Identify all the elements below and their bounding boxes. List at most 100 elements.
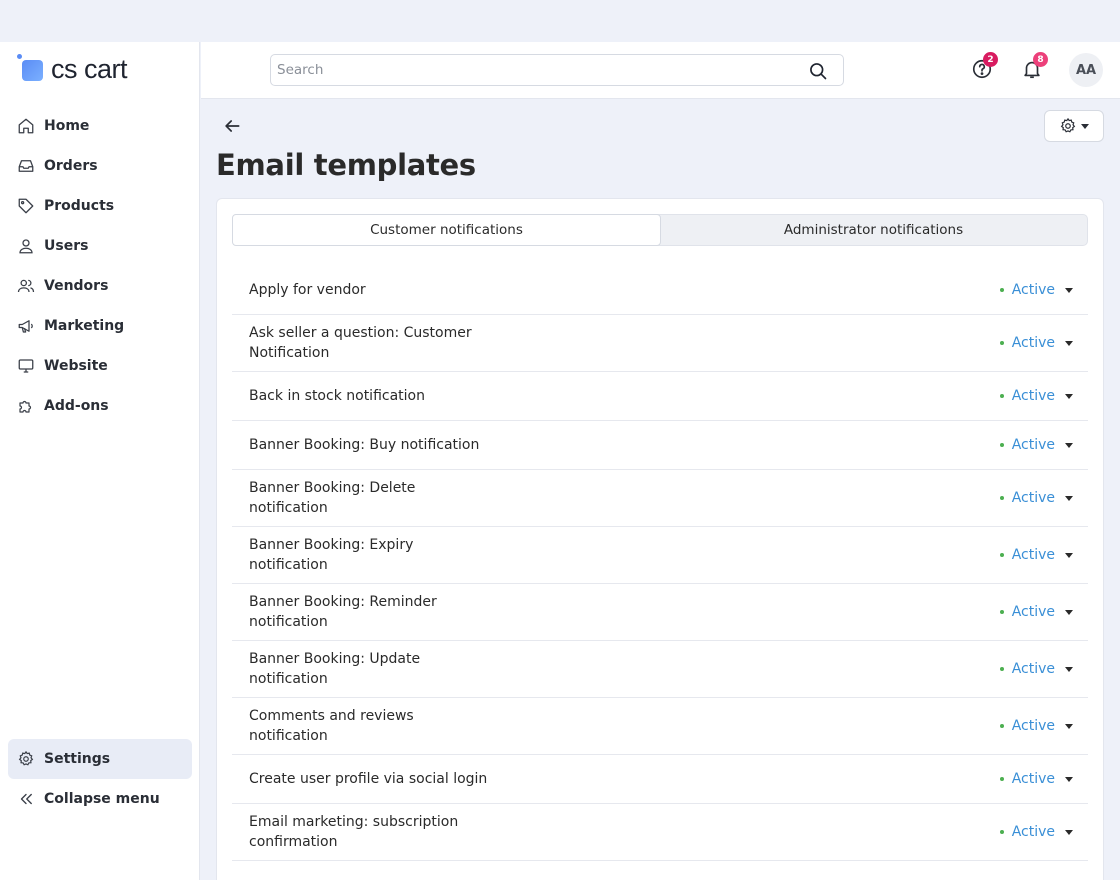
- status-dot: [999, 830, 1004, 834]
- logo[interactable]: cs cart: [16, 54, 128, 84]
- caret-down-icon: [1065, 723, 1073, 729]
- sidebar-item-label: Users: [44, 238, 89, 254]
- status-text: Active: [1011, 661, 1055, 677]
- sidebar-item-label: Add-ons: [44, 398, 109, 414]
- search-icon[interactable]: [808, 61, 828, 81]
- template-name[interactable]: Create user profile via social login: [249, 769, 649, 789]
- status-dot: [999, 443, 1004, 447]
- gear-icon: [1060, 117, 1076, 133]
- sidebar-item-settings[interactable]: Settings: [8, 739, 192, 779]
- status-text: Active: [1011, 824, 1055, 840]
- monitor-icon: [17, 357, 35, 375]
- template-name[interactable]: Banner Booking: Update notification: [249, 649, 429, 689]
- template-name[interactable]: Banner Booking: Expiry notification: [249, 535, 429, 575]
- collapse-menu-label: Collapse menu: [44, 791, 160, 807]
- status-dropdown[interactable]: Active: [999, 718, 1073, 734]
- sidebar-item-add-ons[interactable]: Add-ons: [8, 386, 192, 426]
- list-item[interactable]: Banner Booking: Expiry notification Acti…: [232, 527, 1088, 584]
- sidebar-item-label: Settings: [44, 751, 111, 767]
- list-item[interactable]: Banner Booking: Delete notification Acti…: [232, 470, 1088, 527]
- caret-down-icon: [1065, 442, 1073, 448]
- list-item[interactable]: Banner Booking: Reminder notification Ac…: [232, 584, 1088, 641]
- status-dot: [999, 341, 1004, 345]
- caret-down-icon: [1065, 393, 1073, 399]
- template-name[interactable]: Banner Booking: Delete notification: [249, 478, 429, 518]
- status-dropdown[interactable]: Active: [999, 335, 1073, 351]
- settings-dropdown-button[interactable]: [1044, 110, 1104, 142]
- collapse-menu-button[interactable]: Collapse menu: [8, 779, 192, 819]
- status-dot: [999, 496, 1004, 500]
- sidebar-item-label: Products: [44, 198, 115, 214]
- sidebar-bottom: Settings Collapse menu: [8, 739, 192, 819]
- sidebar-item-label: Marketing: [44, 318, 125, 334]
- status-dot: [999, 777, 1004, 781]
- templates-list: Apply for vendor Active Ask seller a que…: [232, 266, 1088, 861]
- search-box: [270, 54, 844, 86]
- status-text: Active: [1011, 282, 1055, 298]
- status-text: Active: [1011, 388, 1055, 404]
- status-dropdown[interactable]: Active: [999, 490, 1073, 506]
- status-text: Active: [1011, 718, 1055, 734]
- list-item[interactable]: Apply for vendor Active: [232, 266, 1088, 315]
- status-dropdown[interactable]: Active: [999, 824, 1073, 840]
- status-dropdown[interactable]: Active: [999, 547, 1073, 563]
- help-badge: 2: [983, 52, 998, 67]
- sidebar-item-marketing[interactable]: Marketing: [8, 306, 192, 346]
- status-dot: [999, 288, 1004, 292]
- status-dropdown[interactable]: Active: [999, 604, 1073, 620]
- top-header: 2 8 AA: [201, 42, 1120, 99]
- status-dropdown[interactable]: Active: [999, 771, 1073, 787]
- search-input[interactable]: [271, 55, 801, 85]
- top-strip: [0, 0, 1120, 42]
- sidebar-item-label: Orders: [44, 158, 98, 174]
- status-dot: [999, 394, 1004, 398]
- list-item[interactable]: Create user profile via social login Act…: [232, 755, 1088, 804]
- caret-down-icon: [1065, 340, 1073, 346]
- sidebar-nav: Home Orders Products Users Vendors Marke…: [8, 106, 192, 426]
- template-name[interactable]: Email marketing: subscription confirmati…: [249, 812, 469, 852]
- template-name[interactable]: Ask seller a question: Customer Notifica…: [249, 323, 479, 363]
- template-name[interactable]: Banner Booking: Buy notification: [249, 435, 649, 455]
- list-item[interactable]: Comments and reviews notification Active: [232, 698, 1088, 755]
- template-name[interactable]: Comments and reviews notification: [249, 706, 439, 746]
- status-dropdown[interactable]: Active: [999, 282, 1073, 298]
- users-icon: [17, 277, 35, 295]
- caret-down-icon: [1065, 552, 1073, 558]
- back-arrow-icon[interactable]: [222, 116, 242, 136]
- status-dropdown[interactable]: Active: [999, 388, 1073, 404]
- list-item[interactable]: Banner Booking: Update notification Acti…: [232, 641, 1088, 698]
- megaphone-icon: [17, 317, 35, 335]
- notifications-button[interactable]: 8: [1019, 52, 1048, 82]
- sidebar-item-label: Vendors: [44, 278, 109, 294]
- caret-down-icon: [1065, 287, 1073, 293]
- list-item[interactable]: Back in stock notification Active: [232, 372, 1088, 421]
- sidebar-item-products[interactable]: Products: [8, 186, 192, 226]
- list-item[interactable]: Email marketing: subscription confirmati…: [232, 804, 1088, 861]
- tab-administrator-notifications[interactable]: Administrator notifications: [660, 215, 1087, 245]
- sidebar-item-home[interactable]: Home: [8, 106, 192, 146]
- tab-customer-notifications[interactable]: Customer notifications: [232, 214, 661, 246]
- template-name[interactable]: Back in stock notification: [249, 386, 649, 406]
- sidebar-item-orders[interactable]: Orders: [8, 146, 192, 186]
- status-dropdown[interactable]: Active: [999, 661, 1073, 677]
- list-item[interactable]: Banner Booking: Buy notification Active: [232, 421, 1088, 470]
- home-icon: [17, 117, 35, 135]
- sidebar-item-users[interactable]: Users: [8, 226, 192, 266]
- status-dot: [999, 667, 1004, 671]
- status-text: Active: [1011, 490, 1055, 506]
- list-item[interactable]: Ask seller a question: Customer Notifica…: [232, 315, 1088, 372]
- user-icon: [17, 237, 35, 255]
- caret-down-icon: [1065, 609, 1073, 615]
- sidebar-item-label: Website: [44, 358, 108, 374]
- template-name[interactable]: Banner Booking: Reminder notification: [249, 592, 439, 632]
- sidebar-item-website[interactable]: Website: [8, 346, 192, 386]
- avatar[interactable]: AA: [1069, 53, 1103, 87]
- sidebar-item-label: Home: [44, 118, 90, 134]
- status-text: Active: [1011, 771, 1055, 787]
- help-button[interactable]: 2: [969, 52, 998, 82]
- caret-down-icon: [1065, 666, 1073, 672]
- template-name[interactable]: Apply for vendor: [249, 280, 649, 300]
- status-dropdown[interactable]: Active: [999, 437, 1073, 453]
- sidebar-item-vendors[interactable]: Vendors: [8, 266, 192, 306]
- tag-icon: [17, 197, 35, 215]
